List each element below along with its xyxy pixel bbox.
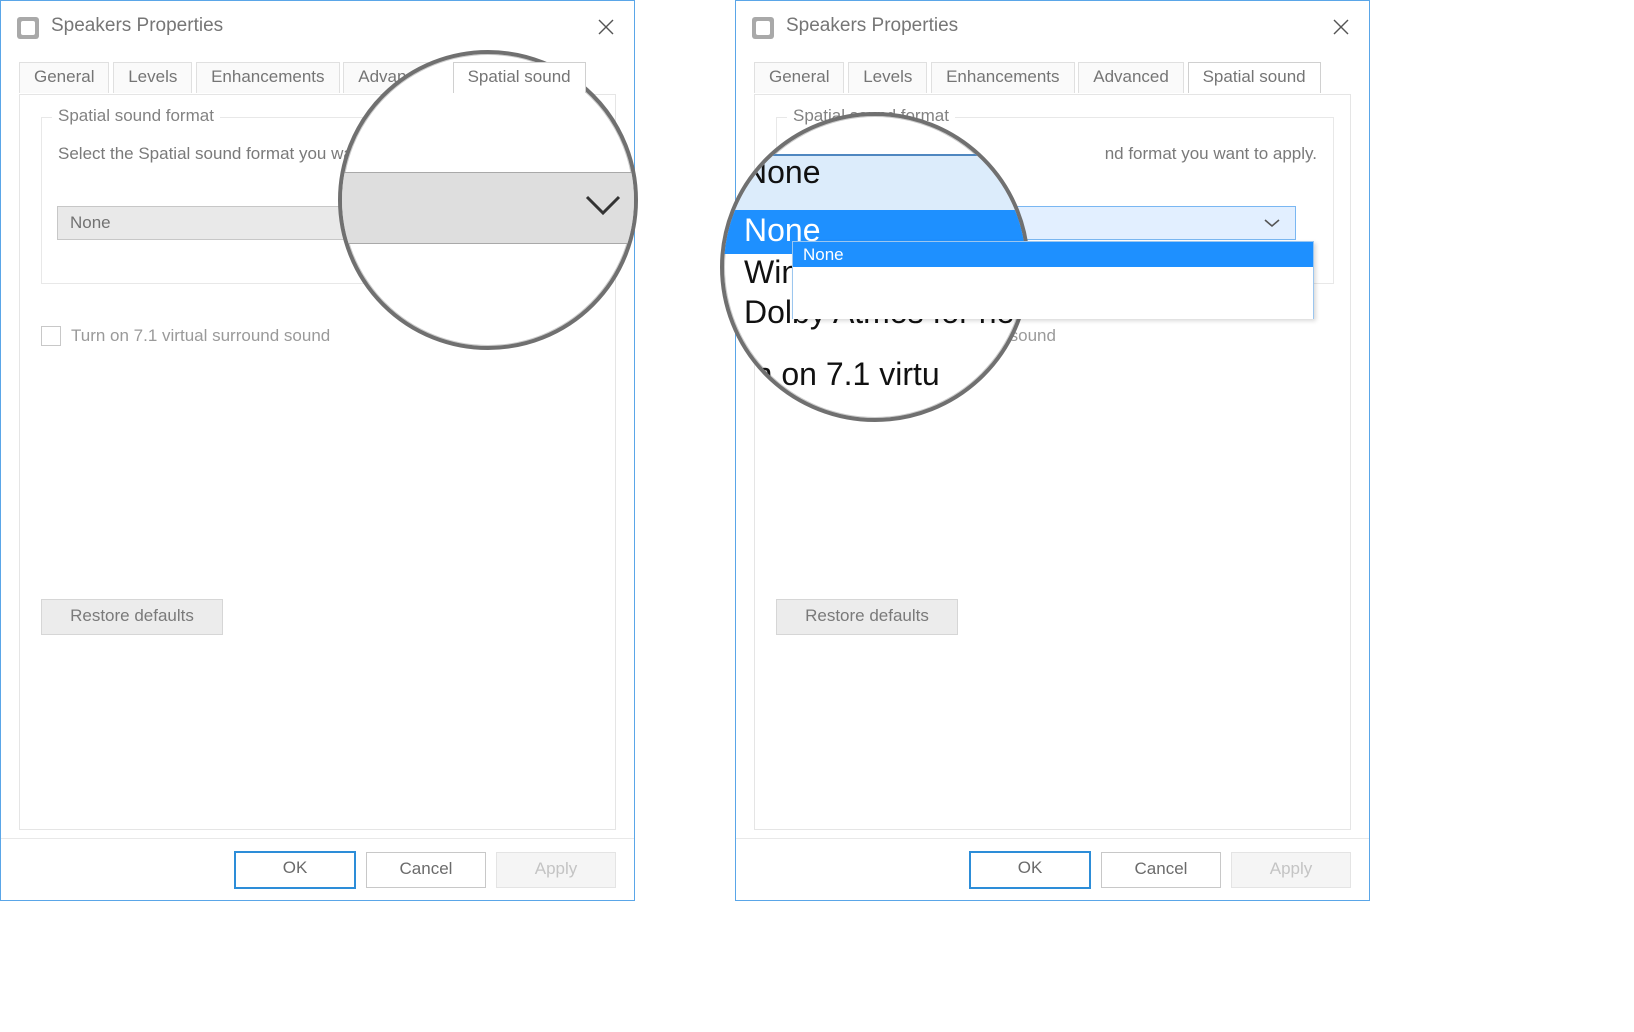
tabs: General Levels Enhancements Advanced Spa… <box>19 61 585 92</box>
magnified-selected-value: None <box>744 154 821 191</box>
ok-button[interactable]: OK <box>234 851 356 889</box>
dialog-footer: OK Cancel Apply <box>1 838 634 900</box>
close-icon <box>597 18 615 36</box>
restore-defaults-button[interactable]: Restore defaults <box>41 599 223 635</box>
tab-levels[interactable]: Levels <box>113 62 192 93</box>
ok-button[interactable]: OK <box>969 851 1091 889</box>
group-desc: Select the Spatial sound format you wan <box>58 144 362 164</box>
tabs: General Levels Enhancements Advanced Spa… <box>754 61 1320 92</box>
titlebar: Speakers Properties <box>1 1 634 55</box>
tab-enhancements[interactable]: Enhancements <box>196 62 339 93</box>
app-icon <box>17 17 39 39</box>
cancel-button[interactable]: Cancel <box>366 852 486 888</box>
group-legend: Spatial sound format <box>52 106 220 126</box>
close-button[interactable] <box>586 7 626 47</box>
close-icon <box>1332 18 1350 36</box>
titlebar: Speakers Properties <box>736 1 1369 55</box>
window-title: Speakers Properties <box>786 15 958 37</box>
restore-defaults-button[interactable]: Restore defaults <box>776 599 958 635</box>
tab-general[interactable]: General <box>19 62 109 93</box>
checkbox-label: Turn on 7.1 virtual surround sound <box>71 326 330 346</box>
tab-levels[interactable]: Levels <box>848 62 927 93</box>
magnified-combobox <box>338 172 638 244</box>
tab-spatial-sound[interactable]: Spatial sound <box>1188 62 1321 93</box>
group-desc: nd format you want to apply. <box>1105 144 1317 164</box>
tab-spatial-sound[interactable]: Spatial sound <box>453 62 586 93</box>
chevron-down-icon <box>583 191 623 226</box>
dropdown-option-none[interactable]: None <box>793 242 1313 268</box>
tab-general[interactable]: General <box>754 62 844 93</box>
app-icon <box>752 17 774 39</box>
apply-button[interactable]: Apply <box>1231 852 1351 888</box>
checkbox-box <box>41 326 61 346</box>
close-button[interactable] <box>1321 7 1361 47</box>
cancel-button[interactable]: Cancel <box>1101 852 1221 888</box>
combobox-value: None <box>70 213 111 233</box>
tab-enhancements[interactable]: Enhancements <box>931 62 1074 93</box>
magnifier-lens-left <box>338 50 638 350</box>
chevron-down-icon <box>1261 215 1283 236</box>
checkbox-virtual-surround[interactable]: Turn on 7.1 virtual surround sound <box>41 326 330 346</box>
tab-advanced[interactable]: Advanced <box>1078 62 1184 93</box>
magnified-checkbox-fragment: rn on 7.1 virtu <box>744 356 940 393</box>
apply-button[interactable]: Apply <box>496 852 616 888</box>
dialog-footer: OK Cancel Apply <box>736 838 1369 900</box>
window-title: Speakers Properties <box>51 15 223 37</box>
spatial-format-dropdown[interactable]: None hones Windows Sonic for Headphones … <box>792 241 1314 319</box>
